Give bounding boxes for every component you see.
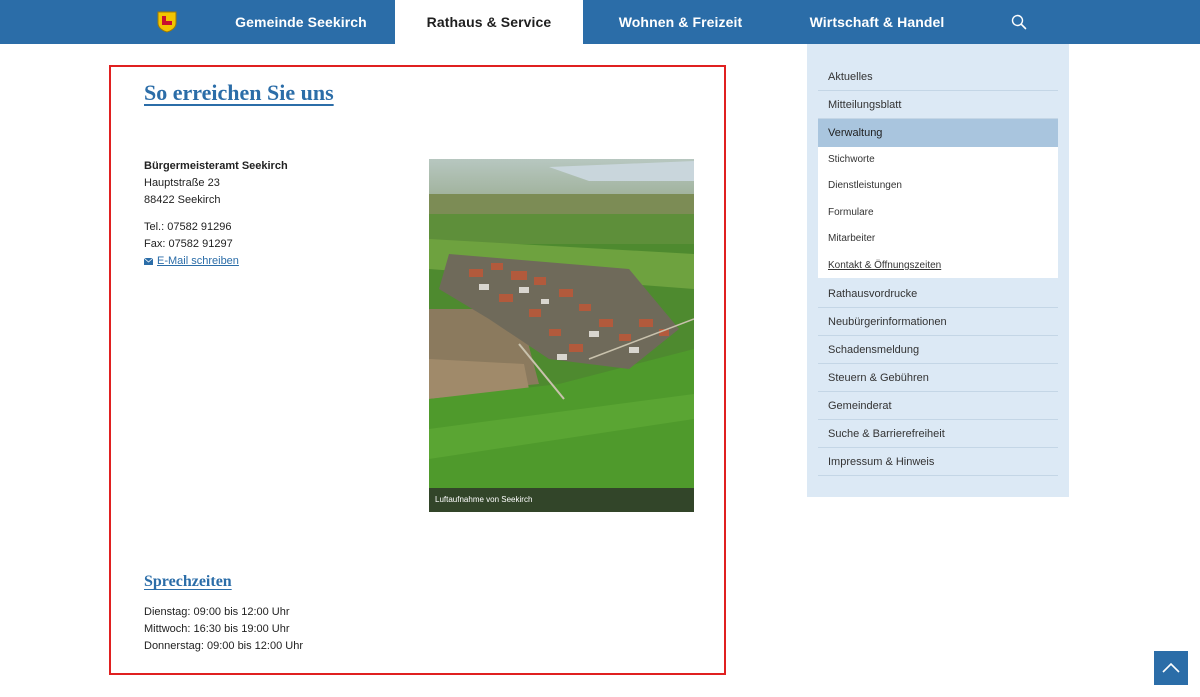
- photo-caption: Luftaufnahme von Seekirch: [429, 488, 694, 512]
- submenu-item-formulare[interactable]: Formulare: [828, 207, 874, 218]
- search-icon[interactable]: [1011, 14, 1027, 30]
- aerial-photo-image: [429, 159, 694, 512]
- nav-wohnen-freizeit[interactable]: Wohnen & Freizeit: [583, 0, 778, 44]
- aerial-photo: Luftaufnahme von Seekirch: [429, 159, 694, 512]
- top-navigation: Gemeinde Seekirch Rathaus & Service Wohn…: [0, 0, 1200, 44]
- page-title: So erreichen Sie uns: [144, 80, 334, 105]
- envelope-icon: [144, 258, 153, 265]
- nav-wirtschaft-handel[interactable]: Wirtschaft & Handel: [778, 0, 976, 44]
- sidebar-item-mitteilungsblatt[interactable]: Mitteilungsblatt: [818, 91, 1058, 119]
- submenu-item-dienstleistungen[interactable]: Dienstleistungen: [828, 180, 902, 191]
- sidebar-item-aktuelles[interactable]: Aktuelles: [818, 63, 1058, 91]
- coat-of-arms-icon[interactable]: [157, 11, 177, 33]
- sidebar-item-rathausvordrucke[interactable]: Rathausvordrucke: [818, 280, 1058, 308]
- submenu-item-kontakt[interactable]: Kontakt & Öffnungszeiten: [828, 260, 941, 271]
- address-block: Bürgermeisteramt Seekirch Hauptstraße 23…: [144, 158, 288, 271]
- submenu-item-mitarbeiter[interactable]: Mitarbeiter: [828, 233, 875, 244]
- submenu-item-stichworte[interactable]: Stichworte: [828, 154, 875, 165]
- address-street: Hauptstraße 23: [144, 177, 220, 189]
- scroll-to-top-button[interactable]: [1154, 651, 1188, 685]
- email-link-label: E-Mail schreiben: [157, 255, 239, 267]
- phone-number: Tel.: 07582 91296: [144, 221, 232, 233]
- chevron-up-icon: [1162, 662, 1180, 673]
- sidebar-item-schadensmeldung[interactable]: Schadensmeldung: [818, 336, 1058, 364]
- address-city: 88422 Seekirch: [144, 194, 221, 206]
- email-link[interactable]: E-Mail schreiben: [144, 253, 239, 270]
- office-hours-list: Dienstag: 09:00 bis 12:00 Uhr Mittwoch: …: [144, 604, 303, 655]
- nav-rathaus-service[interactable]: Rathaus & Service: [395, 0, 583, 44]
- office-hours-wednesday: Mittwoch: 16:30 bis 19:00 Uhr: [144, 623, 290, 635]
- office-name: Bürgermeisteramt Seekirch: [144, 160, 288, 172]
- sidebar-item-steuern-gebuehren[interactable]: Steuern & Gebühren: [818, 364, 1058, 392]
- sidebar-item-gemeinderat[interactable]: Gemeinderat: [818, 392, 1058, 420]
- sidebar-item-neubuergerinformationen[interactable]: Neubürgerinformationen: [818, 308, 1058, 336]
- office-hours-title: Sprechzeiten: [144, 573, 232, 590]
- office-hours-tuesday: Dienstag: 09:00 bis 12:00 Uhr: [144, 606, 290, 618]
- office-hours-thursday: Donnerstag: 09:00 bis 12:00 Uhr: [144, 640, 303, 652]
- nav-gemeinde-seekirch[interactable]: Gemeinde Seekirch: [207, 0, 395, 44]
- fax-number: Fax: 07582 91297: [144, 238, 233, 250]
- sidebar-item-suche-barrierefreiheit[interactable]: Suche & Barrierefreiheit: [818, 420, 1058, 448]
- sidebar-item-verwaltung[interactable]: Verwaltung: [818, 119, 1058, 147]
- sidebar-item-impressum[interactable]: Impressum & Hinweis: [818, 448, 1058, 476]
